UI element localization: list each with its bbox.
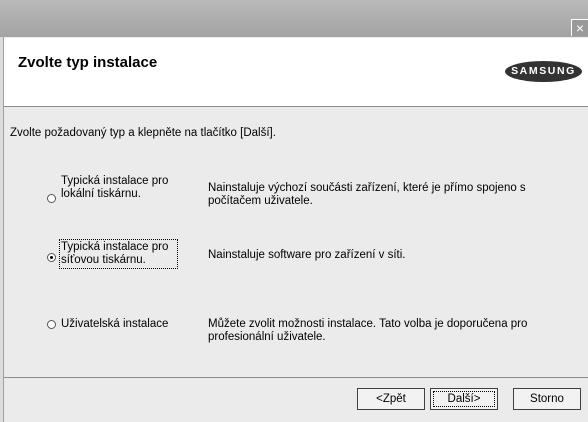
option-custom-install-label-line1: Uživatelská instalace bbox=[61, 318, 169, 330]
option-network-printer-description: Nainstaluje software pro zařízení v síti… bbox=[208, 249, 568, 262]
desc-custom-line2: profesionální uživatele. bbox=[208, 331, 326, 343]
back-button-label: <Zpět bbox=[376, 393, 406, 405]
option-local-printer-label[interactable]: Typická instalace pro lokální tiskárnu. bbox=[61, 175, 176, 201]
next-button[interactable]: Další> bbox=[430, 388, 498, 410]
option-custom-install-label[interactable]: Uživatelská instalace bbox=[61, 318, 186, 331]
next-button-focus bbox=[433, 391, 495, 407]
desc-local-line2: počítačem uživatele. bbox=[208, 195, 313, 207]
radio-local-printer[interactable] bbox=[47, 194, 56, 203]
option-local-printer-description: Nainstaluje výchozí součásti zařízení, k… bbox=[208, 182, 568, 208]
desc-local-line1: Nainstaluje výchozí součásti zařízení, k… bbox=[208, 182, 526, 194]
close-button[interactable]: × bbox=[571, 19, 588, 36]
option-network-printer-label-line1: Typická instalace pro bbox=[61, 241, 169, 253]
option-custom-install-description: Můžete zvolit možnosti instalace. Tato v… bbox=[208, 318, 568, 344]
radio-custom-install[interactable] bbox=[47, 320, 56, 329]
back-button[interactable]: <Zpět bbox=[357, 388, 425, 410]
footer-divider bbox=[4, 377, 588, 378]
option-network-printer-label-line2: síťovou tiskárnu. bbox=[61, 254, 146, 266]
instruction-text: Zvolte požadovaný typ a klepněte na tlač… bbox=[10, 127, 276, 139]
option-local-printer-label-line1: Typická instalace pro bbox=[61, 175, 169, 187]
title-bar[interactable]: × bbox=[0, 0, 588, 37]
page-title: Zvolte typ instalace bbox=[18, 54, 158, 71]
cancel-button[interactable]: Storno bbox=[513, 388, 581, 410]
option-local-printer-label-line2: lokální tiskárnu. bbox=[61, 188, 141, 200]
option-network-printer-label[interactable]: Typická instalace pro síťovou tiskárnu. bbox=[59, 239, 178, 269]
radio-network-printer[interactable] bbox=[47, 253, 56, 262]
samsung-logo: SAMSUNG bbox=[505, 61, 582, 82]
cancel-button-label: Storno bbox=[530, 393, 564, 405]
dialog-header: Zvolte typ instalace bbox=[4, 38, 588, 107]
desc-network-line1: Nainstaluje software pro zařízení v síti… bbox=[208, 249, 406, 261]
dialog-content: Zvolte požadovaný typ a klepněte na tlač… bbox=[4, 107, 588, 377]
desc-custom-line1: Můžete zvolit možnosti instalace. Tato v… bbox=[208, 318, 528, 330]
installer-window: × Zvolte typ instalace SAMSUNG Zvolte po… bbox=[0, 0, 588, 422]
